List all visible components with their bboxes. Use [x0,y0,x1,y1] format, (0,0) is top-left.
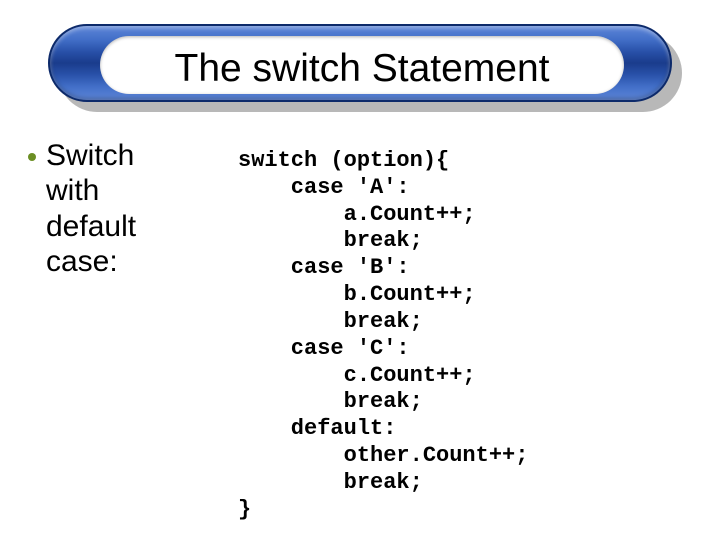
title-inner: The switch Statement [100,36,624,94]
code-line: case 'A': [238,175,410,200]
code-column: switch (option){ case 'A': a.Count++; br… [228,138,692,524]
bullet-column: Switch with default case: [28,138,228,524]
code-line: other.Count++; [238,443,528,468]
code-line: switch (option){ [238,148,449,173]
code-line: c.Count++; [238,363,476,388]
bullet-line: with [46,174,99,207]
bullet-item: Switch with default case: [28,138,228,280]
code-line: case 'B': [238,255,410,280]
code-line: case 'C': [238,336,410,361]
code-block: switch (option){ case 'A': a.Count++; br… [238,148,692,524]
code-line: break; [238,309,423,334]
bullet-line: Switch [46,139,134,172]
bullet-text: Switch with default case: [46,138,136,280]
code-line: } [238,497,251,522]
code-line: b.Count++; [238,282,476,307]
bullet-line: case: [46,245,118,278]
bullet-dot-icon [28,153,36,161]
title-banner: The switch Statement [48,24,672,112]
bullet-line: default [46,210,136,243]
code-line: break; [238,470,423,495]
code-line: a.Count++; [238,202,476,227]
code-line: default: [238,416,396,441]
title-pill: The switch Statement [48,24,672,102]
content-area: Switch with default case: switch (option… [28,138,692,524]
slide-title: The switch Statement [175,47,550,91]
code-line: break; [238,228,423,253]
code-line: break; [238,389,423,414]
